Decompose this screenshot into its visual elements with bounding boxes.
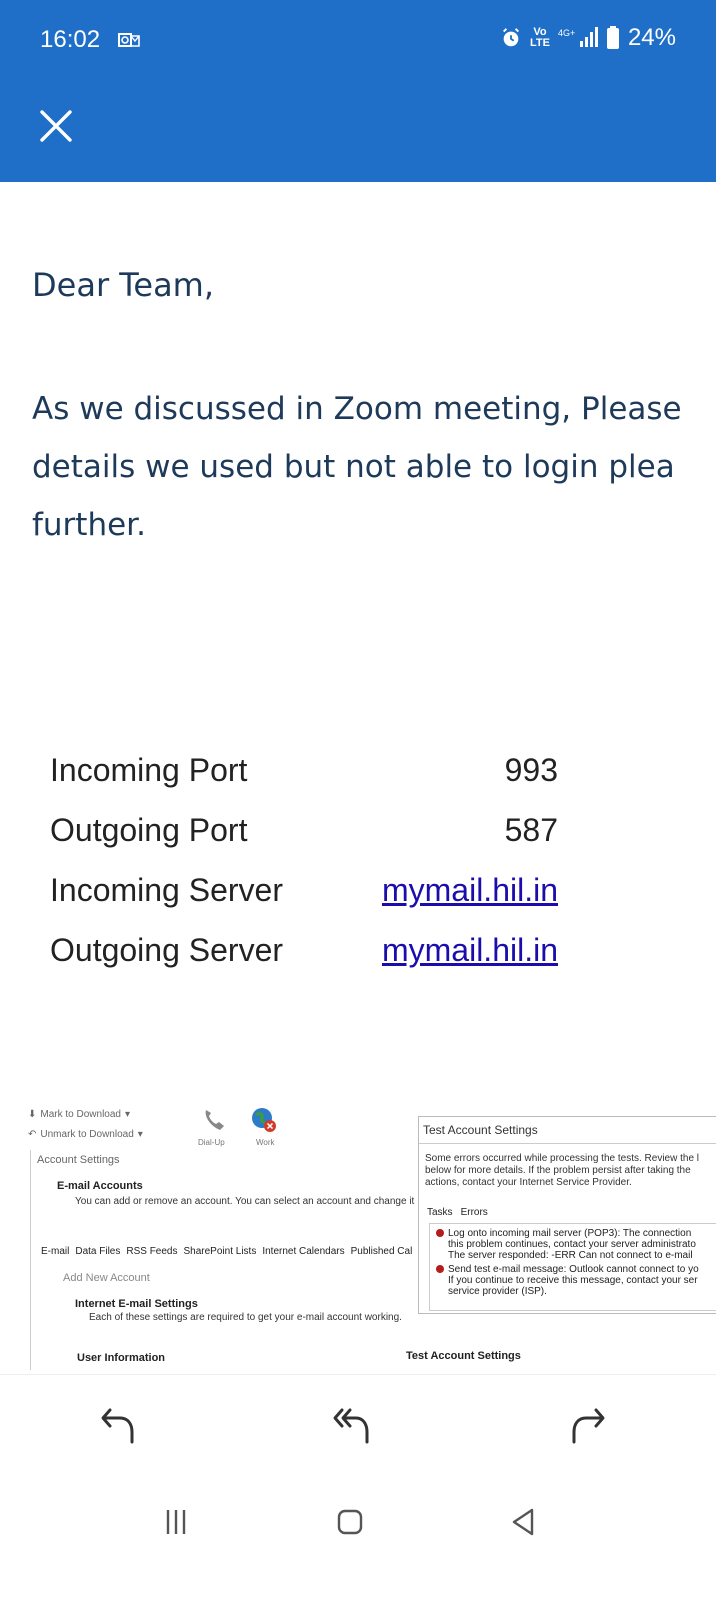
unmark-to-download-item: ↶ Unmark to Download ▾ <box>28 1128 143 1140</box>
close-icon[interactable] <box>38 108 74 144</box>
globe-error-icon <box>252 1108 276 1132</box>
svg-text:4G+: 4G+ <box>558 28 575 38</box>
internet-email-settings-desc: Each of these settings are required to g… <box>89 1312 402 1323</box>
email-paragraph: As we discussed in Zoom meeting, Please … <box>32 380 716 554</box>
setting-label: Incoming Port <box>50 752 248 788</box>
setting-label: Outgoing Server <box>50 932 284 968</box>
error-icon <box>436 1229 444 1238</box>
tab-email: E-mail <box>41 1246 70 1257</box>
email-accounts-desc: You can add or remove an account. You ca… <box>75 1196 415 1207</box>
unmark-icon: ↶ <box>28 1128 37 1140</box>
status-icons: Vo LTE 4G+ 24% <box>500 24 676 52</box>
divider <box>419 1143 716 1144</box>
home-icon[interactable] <box>334 1506 366 1538</box>
action-bar-divider <box>0 1374 716 1375</box>
test-account-settings-dialog: Test Account Settings Some errors occurr… <box>418 1116 716 1314</box>
paragraph-line: further. <box>32 507 146 543</box>
account-tabs: E-mail Data Files RSS Feeds SharePoint L… <box>41 1246 412 1257</box>
subject-cutoff-line: ▬▬▬▬▬▬▬▬▬▬▬▬▬▬▬▬▬ <box>32 170 578 182</box>
tab-internet-calendars: Internet Calendars <box>262 1246 345 1257</box>
forward-icon[interactable] <box>566 1404 610 1448</box>
work-label: Work <box>256 1138 275 1147</box>
phone-dialup-icon <box>205 1110 224 1130</box>
top-app-bar: 16:02 Vo LTE 4G+ 24% <box>0 0 716 182</box>
reply-all-icon[interactable] <box>330 1404 374 1448</box>
setting-label: Incoming Server <box>50 872 283 908</box>
errors-list: Log onto incoming mail server (POP3): Th… <box>429 1223 716 1311</box>
setting-row-outgoing-port: Outgoing Port 587 <box>50 812 570 862</box>
error-icon <box>436 1265 444 1274</box>
tab-rss-feeds: RSS Feeds <box>126 1246 178 1257</box>
test-message: Some errors occurred while processing th… <box>425 1153 700 1188</box>
setting-row-incoming-server: Incoming Server mymail.hil.in <box>50 872 570 922</box>
battery-percent: 24% <box>627 24 676 51</box>
signal-4g-icon: 4G+ <box>558 27 598 47</box>
outgoing-server-link[interactable]: mymail.hil.in <box>382 932 558 969</box>
tab-published-cal: Published Cal <box>350 1246 413 1257</box>
back-icon[interactable] <box>508 1506 540 1538</box>
tab-tasks: Tasks <box>427 1207 453 1218</box>
setting-label: Outgoing Port <box>50 812 248 848</box>
outlook-notification-icon <box>118 33 140 47</box>
account-settings-panel: Account Settings E-mail Accounts You can… <box>30 1150 417 1370</box>
dialup-label: Dial-Up <box>198 1138 225 1147</box>
test-dialog-title: Test Account Settings <box>423 1123 538 1137</box>
test-account-settings-button-label: Test Account Settings <box>406 1350 521 1362</box>
paragraph-line: details we used but not able to login pl… <box>32 449 675 485</box>
status-time: 16:02 <box>40 26 101 53</box>
setting-value: 587 <box>504 812 558 848</box>
recent-apps-icon[interactable] <box>160 1506 192 1538</box>
paragraph-line: As we discussed in Zoom meeting, Please <box>32 391 682 427</box>
embedded-screenshot[interactable]: ⬇ Mark to Download ▾ ↶ Unmark to Download … <box>0 1096 716 1374</box>
email-greeting: Dear Team, <box>32 266 215 304</box>
mark-to-download-item: ⬇ Mark to Download ▾ <box>28 1108 131 1120</box>
email-accounts-title: E-mail Accounts <box>57 1180 143 1192</box>
reply-icon[interactable] <box>96 1404 140 1448</box>
volte-indicator: Vo LTE <box>529 26 550 49</box>
download-icon: ⬇ <box>28 1108 37 1120</box>
alarm-icon <box>503 28 519 47</box>
user-information-heading: User Information <box>77 1352 166 1364</box>
outlook-toolbar: ⬇ Mark to Download ▾ ↶ Unmark to Download … <box>28 1104 143 1144</box>
incoming-server-link[interactable]: mymail.hil.in <box>382 872 558 909</box>
error-item: Log onto incoming mail server (POP3): Th… <box>436 1228 696 1261</box>
internet-email-settings-title: Internet E-mail Settings <box>75 1298 198 1310</box>
tab-errors: Errors <box>460 1207 488 1218</box>
setting-row-outgoing-server: Outgoing Server mymail.hil.in <box>50 932 570 982</box>
add-new-account-title: Add New Account <box>63 1272 150 1284</box>
tab-sharepoint: SharePoint Lists <box>183 1246 257 1257</box>
error-item: Send test e-mail message: Outlook cannot… <box>436 1264 699 1297</box>
battery-icon <box>606 26 619 49</box>
setting-value: 993 <box>504 752 558 788</box>
test-dialog-tabs: Tasks Errors <box>427 1207 488 1218</box>
account-settings-title: Account Settings <box>37 1154 120 1166</box>
tab-data-files: Data Files <box>75 1246 121 1257</box>
setting-row-incoming-port: Incoming Port 993 <box>50 752 570 802</box>
